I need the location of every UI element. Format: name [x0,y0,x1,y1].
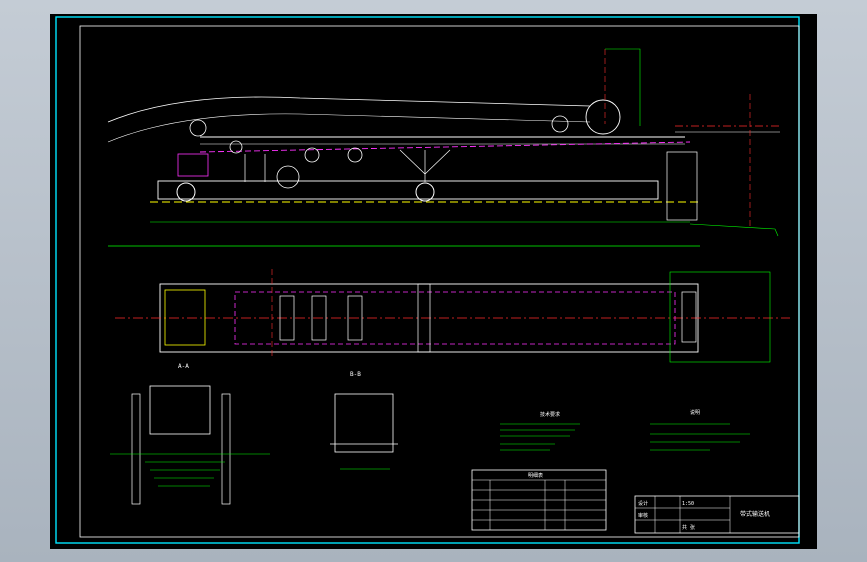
plan-right-box [669,271,771,363]
section-b-view[interactable]: B-B [330,371,398,470]
notes-left-title: 技术要求 [540,411,560,418]
drawing-sheet[interactable]: A-A B-B 技术要求 说明 明细表 1:50 设计 审核 共 张 带式输送机 [50,14,817,549]
parts-table[interactable]: 明细表 [471,469,607,531]
parts-table-title: 明细表 [528,472,543,479]
title-drawn: 设计 [638,500,648,507]
plan-drive[interactable] [164,289,206,346]
inner-frame [79,25,800,538]
belt-curve [107,96,591,123]
idler-3[interactable] [276,165,300,189]
slope-line [689,223,779,237]
technical-notes-right: 说明 [650,409,750,451]
plan-head[interactable] [681,291,697,343]
notes-right-title: 说明 [690,409,700,416]
side-elevation-view[interactable] [107,48,780,247]
section-a-body [149,385,211,435]
title-check: 审核 [638,512,648,519]
section-a-label: A-A [178,363,189,370]
plan-view[interactable] [115,269,790,363]
title-sheet: 共 张 [682,524,695,531]
discharge-chute [666,151,698,221]
title-scale: 1:50 [682,501,694,507]
support-truss [399,149,451,182]
wheel-front[interactable] [176,182,196,202]
support-leg [244,154,266,182]
technical-notes-left: 技术要求 [500,411,580,451]
belt-curve-lower [107,113,591,143]
cad-drawing[interactable]: A-A B-B 技术要求 说明 明细表 1:50 设计 审核 共 张 带式输送机 [50,14,817,549]
dim-bracket [605,48,641,126]
title-block[interactable]: 1:50 设计 审核 共 张 带式输送机 [634,495,800,534]
section-a-dims [110,453,270,487]
section-b-body [334,393,394,453]
cad-viewer-viewport: A-A B-B 技术要求 说明 明细表 1:50 设计 审核 共 张 带式输送机 [0,0,867,562]
section-a-post-right [221,393,231,505]
title-name: 带式输送机 [740,510,770,518]
section-a-view[interactable]: A-A [110,363,270,505]
section-a-post-left [131,393,141,505]
head-pulley[interactable] [585,99,621,135]
snub-pulley[interactable] [551,115,569,133]
drive-unit[interactable] [177,153,209,177]
outer-frame [55,16,800,544]
wheel-rear[interactable] [415,182,435,202]
belt-return [199,141,691,153]
idler-2[interactable] [347,147,363,163]
section-b-label: B-B [350,371,361,378]
tail-pulley[interactable] [189,119,207,137]
chassis-base [157,180,659,200]
